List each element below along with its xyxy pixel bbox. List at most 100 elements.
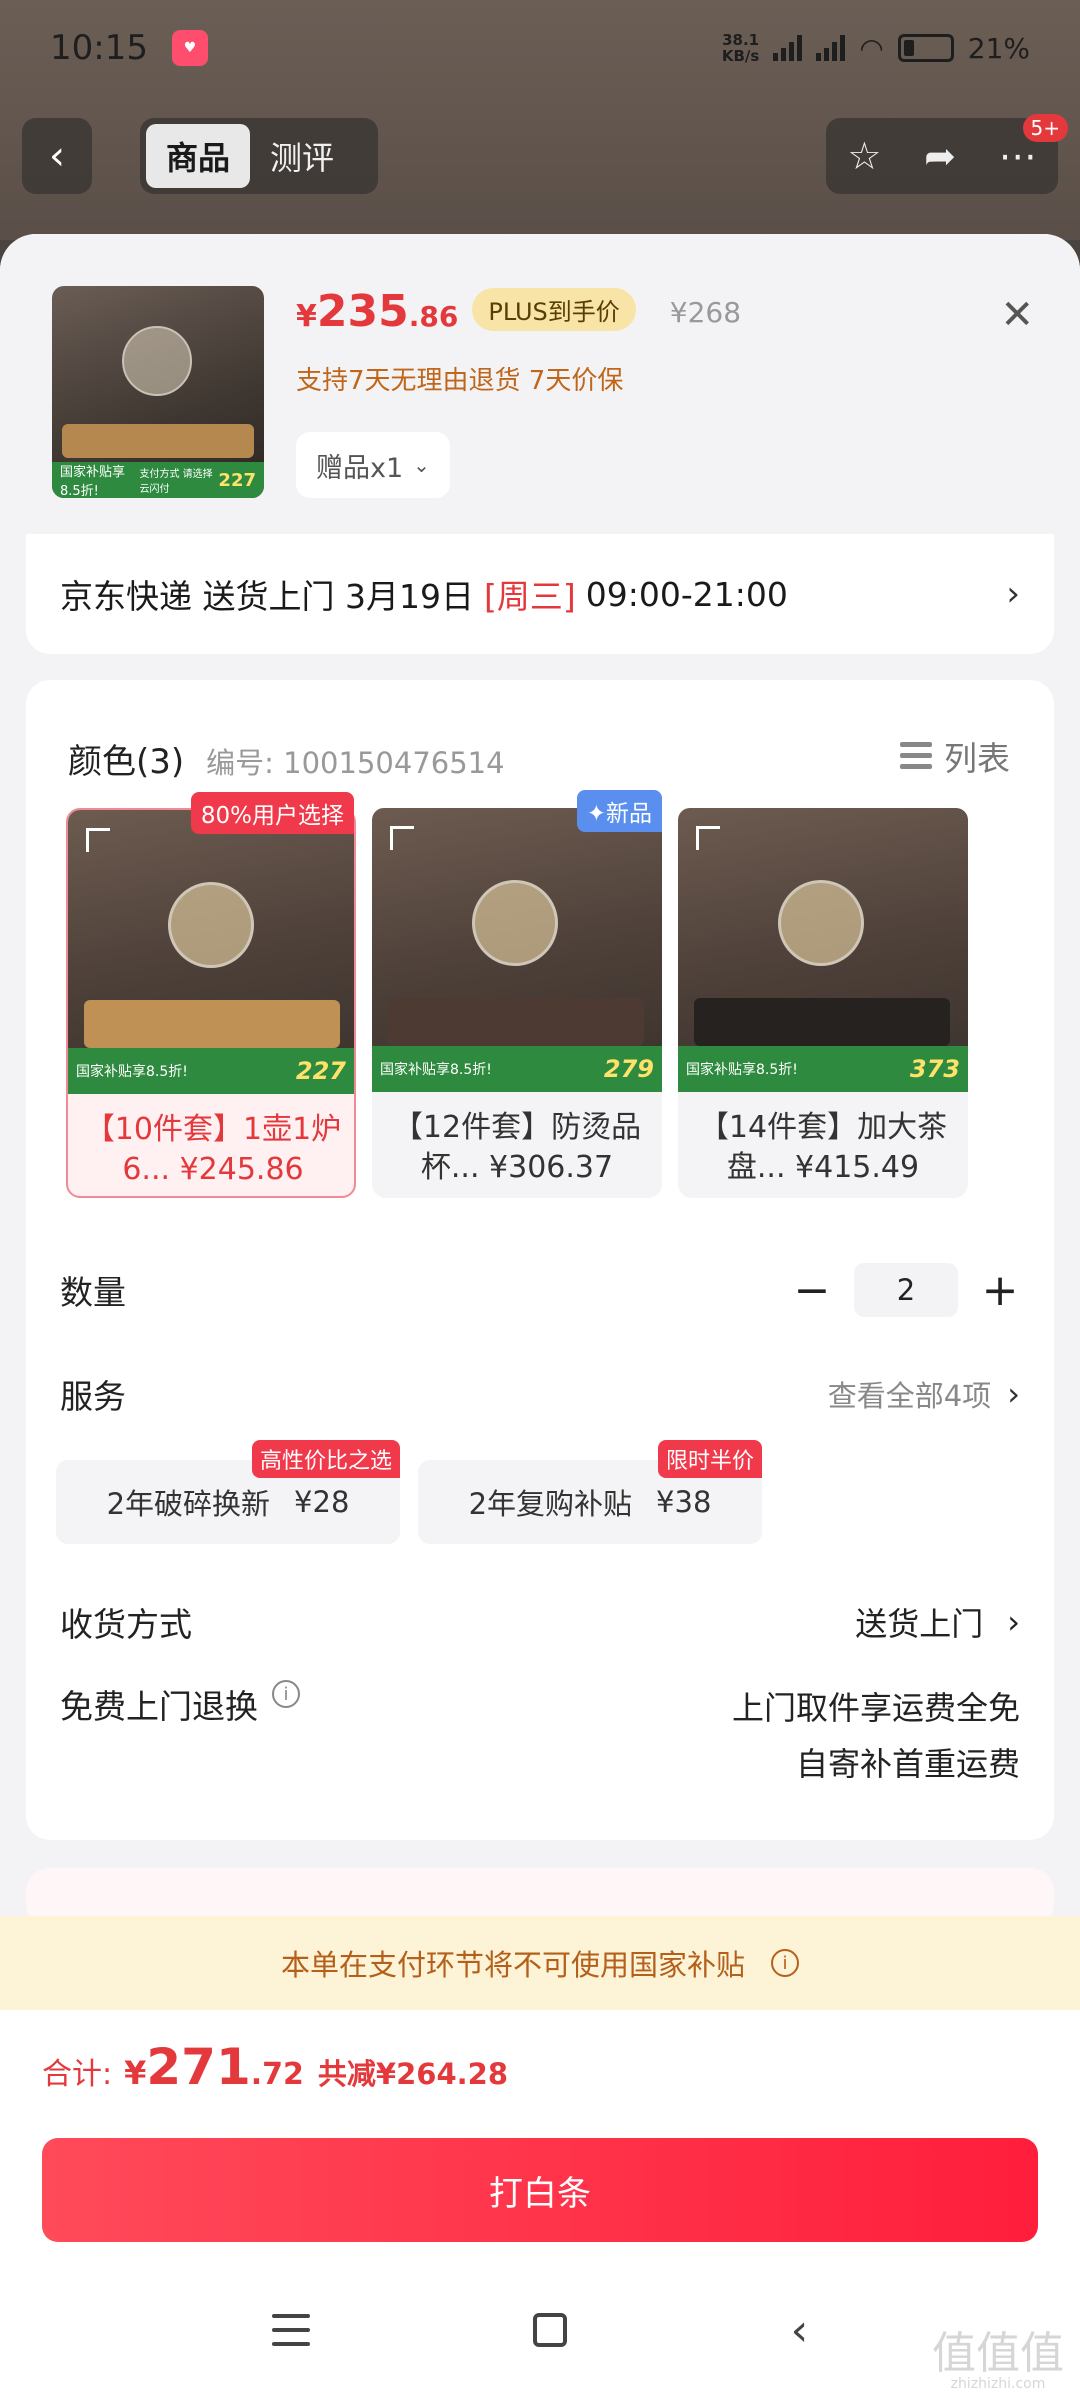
original-price: ¥268 <box>669 296 742 329</box>
price-yen: ¥ <box>296 299 317 334</box>
current-price: ¥235.86 <box>296 286 458 337</box>
delivery-info: 京东快递 送货上门 3月19日 <box>60 577 474 616</box>
tray-graphic <box>84 1000 340 1048</box>
free-return-row: 免费上门退换 i 上门取件享运费全免 自寄补首重运费 <box>60 1680 1020 1800</box>
sku-number: 编号: 100150476514 <box>206 746 505 780</box>
service-label: 服务 <box>60 1377 126 1416</box>
home-icon[interactable] <box>533 2313 568 2347</box>
quantity-stepper: − 2 + <box>792 1263 1020 1317</box>
system-navigation-bar: ‹ <box>0 2260 1080 2400</box>
teapot-graphic <box>122 326 192 396</box>
teapot-graphic <box>168 882 254 968</box>
total-decimal: .72 <box>250 2057 304 2092</box>
close-icon[interactable]: ✕ <box>1000 292 1034 338</box>
nav-back-icon[interactable]: ‹ <box>791 2305 809 2356</box>
subsidy-strip-number: 279 <box>603 1055 654 1083</box>
teapot-graphic <box>778 880 864 966</box>
chevron-down-icon: ⌄ <box>413 453 430 477</box>
receive-method-row[interactable]: 收货方式 送货上门 › <box>60 1592 1020 1652</box>
free-return-details: 上门取件享运费全免 自寄补首重运费 <box>732 1680 1020 1792</box>
info-icon[interactable]: i <box>272 1680 300 1708</box>
wifi-icon: ◠ <box>859 31 884 65</box>
battery-level: 21% <box>967 31 1030 65</box>
variant-image: 国家补贴享8.5折! 373 <box>678 808 968 1092</box>
delivery-row[interactable]: 京东快递 送货上门 3月19日 [周三] 09:00-21:00 › <box>26 534 1054 654</box>
variant-option[interactable]: 80%用户选择 国家补贴享8.5折! 227 【10件套】1壶1炉6... ¥2… <box>66 792 356 1198</box>
signal-icon <box>773 35 803 61</box>
chevron-right-icon: › <box>1006 574 1020 614</box>
expand-icon[interactable] <box>390 826 414 850</box>
variant-image: 国家补贴享8.5折! 227 <box>68 810 354 1094</box>
variant-option[interactable]: 国家补贴享8.5折! 373 【14件套】加大茶盘... ¥415.49 <box>678 808 968 1198</box>
product-tabs: 商品 测评 <box>140 118 378 194</box>
product-thumbnail[interactable]: 国家补贴享8.5折! 支付方式 请选择云闪付 227 <box>52 286 264 498</box>
expand-icon[interactable] <box>86 828 110 852</box>
service-option[interactable]: 限时半价 2年复购补贴 ¥38 <box>418 1440 762 1544</box>
variant-name: 【14件套】加大茶盘... ¥415.49 <box>698 1110 948 1185</box>
view-all-label: 查看全部4项 <box>827 1379 992 1413</box>
free-return-label: 免费上门退换 <box>60 1687 258 1726</box>
tab-product[interactable]: 商品 <box>146 124 250 188</box>
app-notification-icon: ♥ <box>171 30 208 66</box>
subsidy-strip-number: 227 <box>295 1057 346 1085</box>
service-row: 服务 查看全部4项 › <box>60 1364 1020 1424</box>
subsidy-strip-text: 国家补贴享8.5折! <box>380 1062 492 1078</box>
list-view-toggle[interactable]: 列表 <box>900 732 1010 780</box>
notice-text: 本单在支付环节将不可使用国家补贴 <box>280 1948 745 1982</box>
service-tag: 高性价比之选 <box>251 1440 400 1478</box>
gift-selector[interactable]: 赠品x1 ⌄ <box>296 432 450 498</box>
menu-icon[interactable] <box>271 2314 310 2346</box>
watermark: 值值值 zhizhizhi.com <box>932 2332 1064 2393</box>
message-badge: 5+ <box>1022 114 1068 142</box>
price-decimal: .86 <box>408 300 459 333</box>
total-discount: 共减¥264.28 <box>317 2057 508 2091</box>
list-toggle-label: 列表 <box>944 739 1010 778</box>
variant-tag: 80%用户选择 <box>190 792 354 834</box>
variant-option[interactable]: ✦新品 国家补贴享8.5折! 279 【12件套】防烫品杯... ¥306.37 <box>372 790 662 1198</box>
service-price: ¥28 <box>294 1485 350 1519</box>
variant-name: 【12件套】防烫品杯... ¥306.37 <box>392 1110 642 1185</box>
network-speed-unit: KB/s <box>721 47 760 65</box>
receive-method: 送货上门 <box>855 1605 984 1643</box>
receive-label: 收货方式 <box>60 1605 192 1644</box>
subsidy-strip: 国家补贴享8.5折! 279 <box>372 1046 662 1092</box>
top-navigation: ‹ 商品 测评 ☆ ➦ ⋯ 5+ <box>22 114 1068 194</box>
info-icon[interactable]: i <box>771 1949 799 1977</box>
subsidy-strip: 国家补贴享8.5折! 227 <box>68 1048 354 1094</box>
star-icon[interactable]: ☆ <box>847 134 881 178</box>
delivery-time-window: 09:00-21:00 <box>585 574 788 614</box>
service-tag: 限时半价 <box>657 1440 762 1478</box>
list-icon <box>900 740 932 772</box>
network-speed-value: 38.1 <box>722 31 760 49</box>
tab-review[interactable]: 测评 <box>250 124 354 188</box>
increase-button[interactable]: + <box>980 1265 1020 1316</box>
quantity-label: 数量 <box>60 1273 126 1312</box>
decrease-button[interactable]: − <box>792 1265 832 1316</box>
receive-value: 送货上门 › <box>855 1599 1020 1645</box>
color-section-header: 颜色(3) 编号: 100150476514 <box>68 734 505 783</box>
total-line: 合计: ¥ 271 .72 共减¥264.28 <box>42 2038 508 2096</box>
subsidy-strip-number: 227 <box>218 469 256 491</box>
subsidy-strip-text: 国家补贴享8.5折! <box>76 1064 188 1080</box>
teapot-graphic <box>472 880 558 966</box>
quantity-input[interactable]: 2 <box>854 1263 958 1317</box>
expand-icon[interactable] <box>696 826 720 850</box>
gift-label: 赠品x1 <box>316 452 404 484</box>
service-name: 2年复购补贴 <box>468 1487 633 1521</box>
subsidy-strip: 国家补贴享8.5折! 373 <box>678 1046 968 1092</box>
return-policy: 支持7天无理由退货 7天价保 <box>296 366 624 396</box>
share-icon[interactable]: ➦ <box>924 134 956 178</box>
product-header: 国家补贴享8.5折! 支付方式 请选择云闪付 227 ¥235.86 PLUS到… <box>0 234 1080 534</box>
total-yen: ¥ <box>124 2054 147 2092</box>
subsidy-strip-number: 373 <box>909 1055 960 1083</box>
service-options: 高性价比之选 2年破碎换新 ¥28 限时半价 2年复购补贴 ¥38 <box>56 1440 762 1544</box>
tray-graphic <box>388 998 644 1046</box>
total-integer: 271 <box>146 2038 251 2096</box>
view-all-services[interactable]: 查看全部4项 › <box>828 1373 1020 1415</box>
subsidy-strip-text: 国家补贴享8.5折! <box>60 465 126 498</box>
watermark-logo: 值值值 <box>932 2328 1064 2379</box>
back-icon[interactable]: ‹ <box>22 118 92 194</box>
delivery-weekday: [周三] <box>483 577 576 616</box>
pay-button[interactable]: 打白条 <box>42 2138 1038 2242</box>
service-option[interactable]: 高性价比之选 2年破碎换新 ¥28 <box>56 1440 400 1544</box>
